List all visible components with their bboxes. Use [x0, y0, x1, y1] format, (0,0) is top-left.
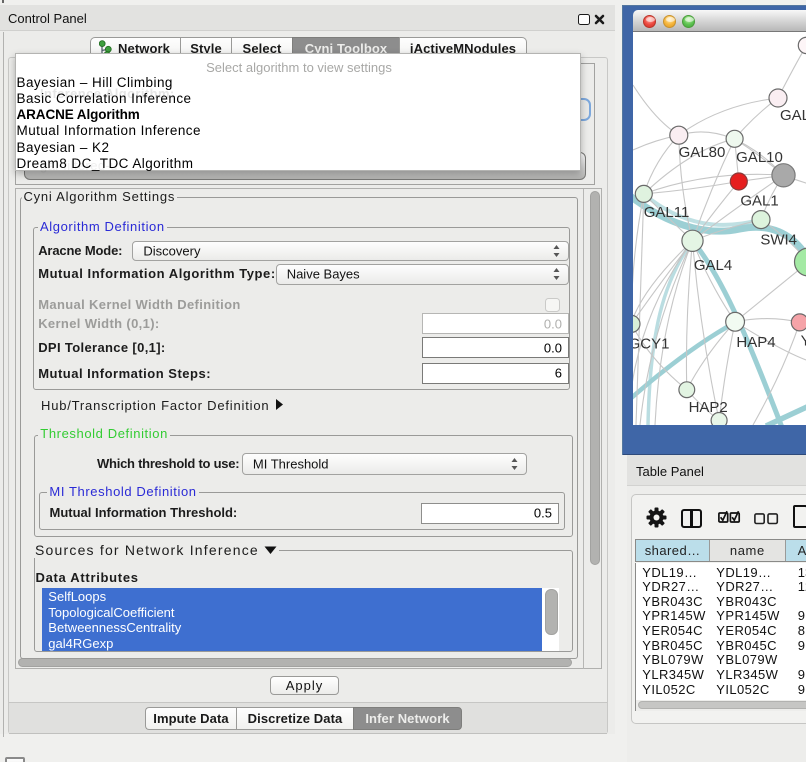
svg-text:YM: YM — [801, 333, 806, 350]
svg-text:GAL10: GAL10 — [736, 149, 783, 166]
svg-text:HAP4: HAP4 — [736, 334, 775, 351]
svg-text:GCY1: GCY1 — [633, 336, 669, 353]
svg-text:GAL80: GAL80 — [679, 144, 726, 161]
svg-text:GAL1: GAL1 — [740, 193, 778, 210]
svg-text:HAP2: HAP2 — [689, 399, 728, 416]
svg-text:GAL11: GAL11 — [644, 204, 690, 221]
svg-text:SWI4: SWI4 — [760, 232, 797, 249]
svg-text:GAL4: GAL4 — [694, 257, 732, 274]
svg-text:GAL7: GAL7 — [780, 107, 806, 124]
